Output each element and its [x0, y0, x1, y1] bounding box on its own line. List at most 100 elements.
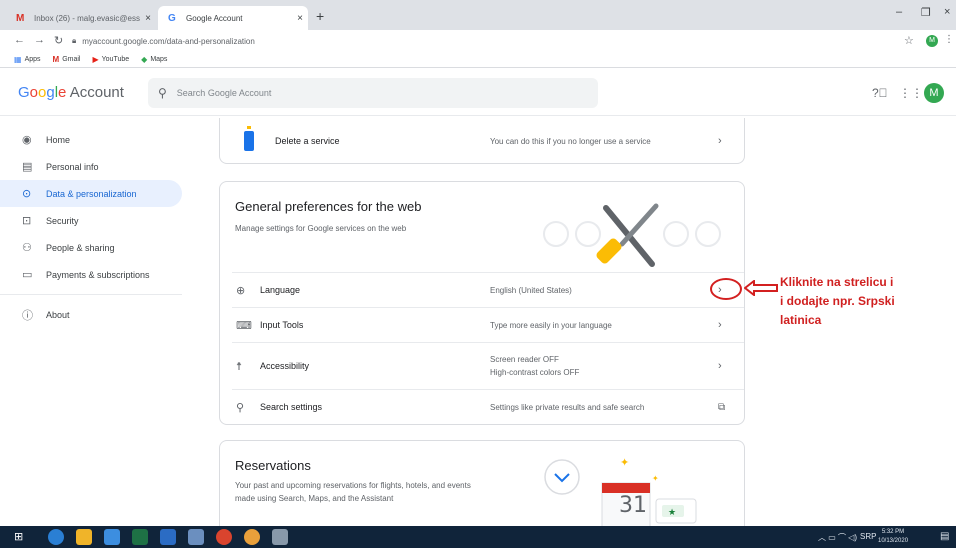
row-description: Type more easily in your language	[490, 320, 612, 330]
profile-avatar[interactable]: M	[926, 35, 938, 47]
card-subtitle: Manage settings for Google services on t…	[235, 224, 407, 233]
clock-time: 5:32 PM	[881, 529, 905, 535]
sidebar-item-people-sharing[interactable]: ⚇ People & sharing	[0, 234, 190, 261]
new-tab-button[interactable]: +	[316, 8, 324, 24]
tab-close-icon[interactable]: ×	[140, 13, 156, 24]
row-description: English (United States)	[490, 285, 572, 295]
lock-icon: 🔒︎	[72, 36, 77, 45]
forward-icon[interactable]: →	[34, 34, 45, 46]
chrome-icon[interactable]	[244, 529, 260, 545]
search-settings-row[interactable]: ⚲ Search settings Settings like private …	[220, 390, 744, 424]
card-icon: ▭	[22, 269, 33, 281]
apps-icon: ▦	[14, 55, 22, 64]
bookmark-gmail[interactable]: M Gmail	[53, 55, 81, 64]
card-title: General preferences for the web	[235, 199, 422, 214]
media-icon[interactable]	[216, 529, 232, 545]
browser-tab-strip: M Inbox (26) - malg.evasic@essve × G Goo…	[0, 0, 956, 30]
windows-start-icon[interactable]: ⊞	[14, 530, 23, 543]
row-label: Language	[260, 285, 301, 295]
bookmark-label: YouTube	[101, 56, 130, 63]
google-account-logo[interactable]: Google Account	[18, 84, 124, 101]
tray-icons[interactable]: ︿ ▭ ⌒ ◁)	[818, 532, 857, 543]
row-label: Input Tools	[260, 320, 304, 330]
sidebar-item-label: Security	[46, 215, 79, 226]
reload-icon[interactable]: ↻	[54, 34, 63, 47]
bookmark-star-icon[interactable]: ☆	[904, 34, 914, 47]
id-card-icon: ▤	[22, 161, 33, 173]
url-field[interactable]: 🔒︎ myaccount.google.com/data-and-persona…	[72, 33, 902, 49]
sidebar-nav: ◉ Home ▤ Personal info ⊙ Data & personal…	[0, 126, 190, 328]
card-title: Reservations	[235, 458, 311, 473]
tab-title: Inbox (26) - malg.evasic@essve	[34, 13, 140, 23]
info-icon: ⓘ	[22, 309, 33, 322]
restore-icon[interactable]: ❐	[921, 6, 931, 19]
tab-close-icon[interactable]: ×	[292, 13, 308, 24]
chevron-right-icon[interactable]: ›	[718, 319, 722, 331]
delete-service-row[interactable]: Delete a service You can do this if you …	[220, 118, 744, 164]
account-avatar[interactable]: M	[924, 83, 944, 103]
clock-date: 10/13/2020	[878, 538, 909, 544]
store-icon[interactable]	[104, 529, 120, 545]
home-icon: ◉	[22, 134, 32, 146]
sidebar-item-about[interactable]: ⓘ About	[0, 301, 190, 328]
accessibility-icon: ☨	[236, 360, 242, 373]
bookmark-maps[interactable]: ◆ Maps	[141, 55, 167, 64]
sidebar-item-personal-info[interactable]: ▤ Personal info	[0, 153, 190, 180]
row-description: Settings like private results and safe s…	[490, 402, 645, 412]
external-link-icon[interactable]: ⧉	[718, 402, 725, 413]
file-explorer-icon[interactable]	[76, 529, 92, 545]
lock-icon: ⊡	[22, 215, 32, 227]
sidebar-item-label: Home	[46, 134, 71, 145]
annotation-circle	[710, 278, 742, 300]
svg-text:✦: ✦	[652, 474, 659, 483]
delete-service-card: Delete a service You can do this if you …	[219, 118, 745, 164]
address-bar: ← → ↻ 🔒︎ myaccount.google.com/data-and-p…	[0, 30, 956, 52]
svg-text:★: ★	[668, 508, 676, 518]
bookmark-apps[interactable]: ▦ Apps	[14, 55, 41, 64]
sidebar-item-home[interactable]: ◉ Home	[0, 126, 190, 153]
excel-icon[interactable]	[132, 529, 148, 545]
notifications-icon[interactable]: ▤	[940, 531, 949, 542]
tab-google-account[interactable]: G Google Account ×	[158, 6, 308, 30]
accessibility-row[interactable]: ☨ Accessibility Screen reader OFF High-c…	[220, 343, 744, 389]
annotation-text: Kliknite na strelicu i i dodajte npr. Sr…	[780, 273, 895, 330]
gmail-icon: M	[16, 12, 25, 24]
annotation-line: i dodajte npr. Srpski	[780, 294, 895, 308]
tab-title: Google Account	[186, 13, 243, 23]
menu-icon[interactable]: ⋮	[944, 34, 954, 45]
language-row[interactable]: ⊕ Language English (United States) ›	[220, 273, 744, 307]
screen-reader-status: Screen reader OFF	[490, 355, 559, 364]
close-window-icon[interactable]: ×	[944, 6, 950, 18]
app-icon[interactable]	[188, 529, 204, 545]
sidebar-item-security[interactable]: ⊡ Security	[0, 207, 190, 234]
maps-icon: ◆	[141, 55, 148, 64]
bookmark-label: Maps	[150, 56, 168, 63]
trash-icon	[244, 126, 254, 151]
tool-icon[interactable]	[272, 529, 288, 545]
reservations-card: Reservations Your past and upcoming rese…	[219, 440, 745, 531]
sidebar-divider	[0, 294, 182, 295]
windows-taskbar: ⊞ ︿ ▭ ⌒ ◁) SRP 5:32 PM 10/13/2020 ▤	[0, 526, 956, 548]
keyboard-icon: ⌨	[236, 319, 252, 332]
account-search-input[interactable]: ⚲ Search Google Account	[148, 78, 598, 108]
photos-icon[interactable]	[160, 529, 176, 545]
bookmark-label: Gmail	[62, 56, 81, 63]
clock[interactable]: 5:32 PM 10/13/2020	[878, 528, 908, 546]
subtitle-line: Your past and upcoming reservations for …	[235, 481, 471, 490]
back-icon[interactable]: ←	[14, 34, 25, 46]
sidebar-item-data-personalization[interactable]: ⊙ Data & personalization	[0, 180, 182, 207]
tools-illustration-icon	[543, 203, 721, 267]
minimize-icon[interactable]: –	[896, 6, 902, 18]
bookmark-youtube[interactable]: ▶ YouTube	[92, 55, 129, 64]
help-icon[interactable]: ?⃝	[872, 86, 888, 100]
tab-inbox[interactable]: M Inbox (26) - malg.evasic@essve ×	[6, 6, 156, 30]
language-indicator[interactable]: SRP	[860, 532, 876, 541]
sidebar-item-payments[interactable]: ▭ Payments & subscriptions	[0, 261, 190, 288]
annotation-line: latinica	[780, 313, 822, 327]
subtitle-line: made using Search, Maps, and the Assista…	[235, 494, 394, 503]
google-wordmark: Google	[18, 84, 67, 101]
chevron-right-icon[interactable]: ›	[718, 360, 722, 372]
input-tools-row[interactable]: ⌨ Input Tools Type more easily in your l…	[220, 308, 744, 342]
edge-icon[interactable]	[48, 529, 64, 545]
chevron-right-icon[interactable]: ›	[718, 135, 722, 147]
